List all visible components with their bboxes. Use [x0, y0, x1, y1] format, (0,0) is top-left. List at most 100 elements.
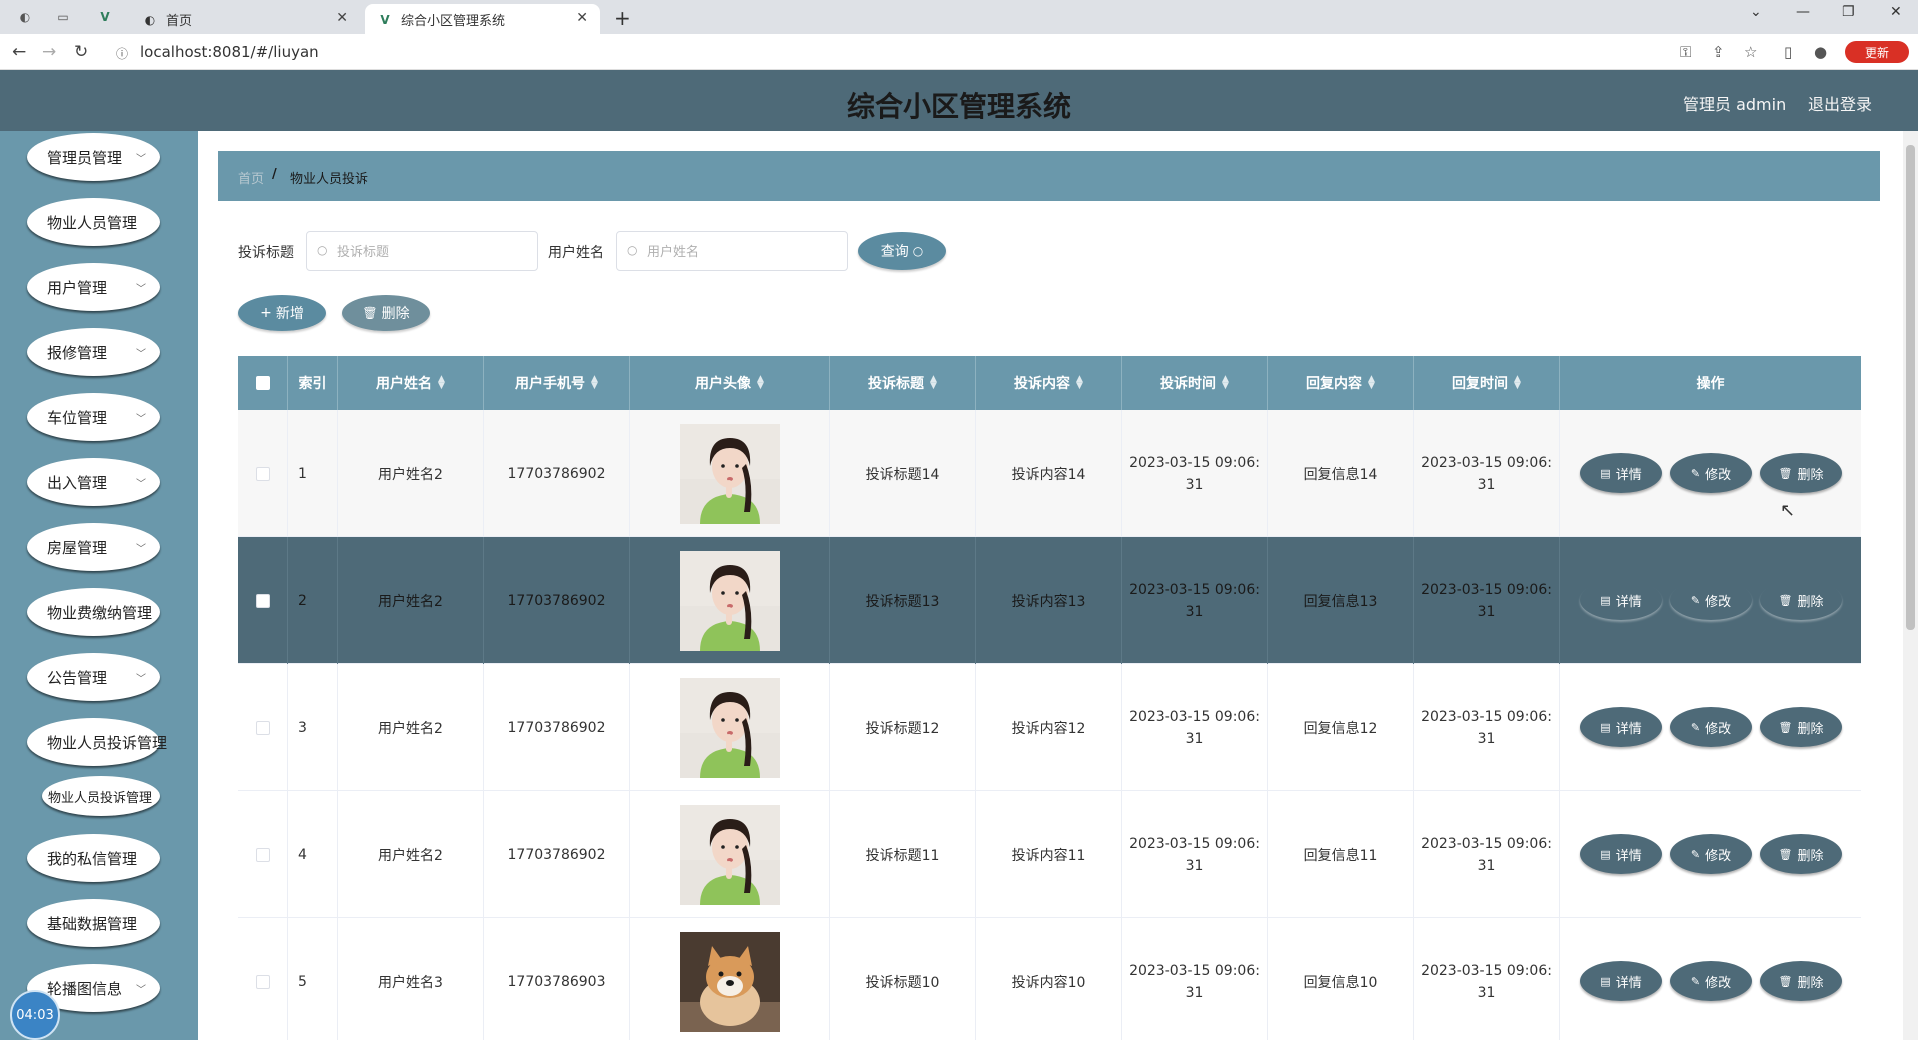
name-search-input[interactable]: [647, 232, 847, 270]
table-row[interactable]: 5 用户姓名3 17703786903 投诉标题10 投诉内容10 2023-03-15 …: [238, 918, 1861, 1040]
edit-button[interactable]: ✎ 修改: [1670, 961, 1752, 1001]
chevron-down-icon: ﹀: [136, 673, 146, 685]
detail-button[interactable]: ▤ 详情: [1580, 707, 1662, 747]
title-search-field[interactable]: ○: [306, 231, 538, 271]
column-header[interactable]: 投诉标题 ▲ ▼: [830, 356, 976, 410]
table-row[interactable]: 1 用户姓名2 17703786902 投诉标题14 投诉内容14 2023-03-15 …: [238, 410, 1861, 537]
chevron-down-icon[interactable]: ⌄: [1750, 4, 1762, 20]
row-checkbox[interactable]: [255, 593, 270, 608]
checkbox-cell: [238, 410, 288, 537]
info-icon[interactable]: ⓘ: [116, 45, 128, 62]
new-tab-icon[interactable]: +: [614, 6, 631, 30]
sidebar-item-users[interactable]: 用户管理 ﹀: [27, 263, 160, 311]
restore-icon[interactable]: ❐: [1842, 4, 1855, 20]
column-header[interactable]: 用户姓名 ▲ ▼: [338, 356, 484, 410]
sidebar-item-complaints[interactable]: 物业人员投诉管理: [27, 718, 167, 766]
sidebar-item-admin[interactable]: 管理员管理 ﹀: [27, 133, 160, 181]
column-header[interactable]: 用户手机号 ▲ ▼: [484, 356, 630, 410]
breadcrumb-home[interactable]: 首页: [238, 168, 264, 187]
batch-delete-button[interactable]: 🗑 删除: [342, 295, 430, 331]
sort-icon[interactable]: ▲ ▼: [591, 375, 598, 391]
select-all-checkbox[interactable]: [255, 376, 270, 390]
operations-cell: ▤ 详情 ✎ 修改 🗑 删除: [1560, 664, 1861, 791]
forward-icon[interactable]: →: [42, 42, 56, 62]
close-window-icon[interactable]: ✕: [1890, 4, 1902, 20]
sidebar-item-base-data[interactable]: 基础数据管理: [27, 899, 160, 947]
edit-button[interactable]: ✎ 修改: [1670, 453, 1752, 493]
edit-button[interactable]: ✎ 修改: [1670, 834, 1752, 874]
delete-button[interactable]: 🗑 删除: [1760, 707, 1842, 747]
sidebar-item-notices[interactable]: 公告管理 ﹀: [27, 653, 160, 701]
star-icon[interactable]: ☆: [1744, 43, 1757, 61]
user-name: 用户姓名2: [378, 720, 443, 737]
column-header[interactable]: 投诉时间 ▲ ▼: [1122, 356, 1268, 410]
column-header[interactable]: 回复内容 ▲ ▼: [1268, 356, 1414, 410]
table-row[interactable]: 4 用户姓名2 17703786902 投诉标题11 投诉内容11 2023-03-15 …: [238, 791, 1861, 918]
title-search-input[interactable]: [337, 232, 537, 270]
chevron-down-icon: ﹀: [136, 283, 146, 295]
sidebar-item-property-staff[interactable]: 物业人员管理: [27, 198, 160, 246]
logout-link[interactable]: 退出登录: [1808, 91, 1872, 115]
row-checkbox[interactable]: [255, 466, 270, 481]
column-header[interactable]: 回复时间 ▲ ▼: [1414, 356, 1560, 410]
add-button[interactable]: + 新增: [238, 295, 326, 331]
sidebar-item-label: 基础数据管理: [47, 914, 138, 933]
row-checkbox[interactable]: [255, 847, 270, 862]
edit-button-label: 修改: [1705, 721, 1732, 737]
sidebar-item-messages[interactable]: 我的私信管理: [27, 834, 160, 882]
share-icon[interactable]: ⇪: [1712, 43, 1725, 61]
detail-button[interactable]: ▤ 详情: [1580, 834, 1662, 874]
sort-icon[interactable]: ▲ ▼: [757, 375, 764, 391]
sidebar-item-parking[interactable]: 车位管理 ﹀: [27, 393, 160, 441]
pinned-tab-icon[interactable]: ▭: [54, 8, 72, 26]
select-all-cell: [238, 356, 288, 410]
sidebar-item-housing[interactable]: 房屋管理 ﹀: [27, 523, 160, 571]
detail-button[interactable]: ▤ 详情: [1580, 580, 1662, 620]
update-button[interactable]: 更新: [1845, 41, 1909, 63]
profile-icon[interactable]: ●: [1814, 43, 1827, 61]
close-icon[interactable]: ✕: [576, 10, 588, 26]
title-cell: 投诉标题11: [830, 791, 976, 918]
delete-button[interactable]: 🗑 删除: [1760, 961, 1842, 1001]
sort-icon[interactable]: ▲ ▼: [1076, 375, 1083, 391]
sidebar-item-fees[interactable]: 物业费缴纳管理: [27, 588, 160, 636]
column-header[interactable]: 投诉内容 ▲ ▼: [976, 356, 1122, 410]
sidebar-subitem-complaints[interactable]: 物业人员投诉管理: [42, 776, 160, 816]
row-checkbox[interactable]: [255, 720, 270, 735]
column-header-label: 操作: [1696, 376, 1725, 392]
vue-logo-icon[interactable]: V: [96, 8, 114, 26]
tab-active-label: 综合小区管理系统: [401, 13, 506, 29]
delete-button[interactable]: 🗑 删除: [1760, 453, 1842, 493]
minimize-icon[interactable]: —: [1796, 4, 1810, 20]
detail-button[interactable]: ▤ 详情: [1580, 961, 1662, 1001]
browser-app-icon[interactable]: ◐: [16, 8, 34, 26]
tab-home[interactable]: ◐ 首页 ✕: [130, 4, 360, 34]
query-button[interactable]: 查询 ○: [858, 232, 946, 270]
tab-active[interactable]: V 综合小区管理系统 ✕: [365, 4, 600, 34]
back-icon[interactable]: ←: [12, 42, 26, 62]
sort-icon[interactable]: ▲ ▼: [1514, 375, 1521, 391]
sidebar-item-access[interactable]: 出入管理 ﹀: [27, 458, 160, 506]
table-row[interactable]: 3 用户姓名2 17703786902 投诉标题12 投诉内容12 2023-03-15 …: [238, 664, 1861, 791]
table-row[interactable]: 2 用户姓名2 17703786902 投诉标题13 投诉内容13 2023-03-15 …: [238, 537, 1861, 664]
edit-button[interactable]: ✎ 修改: [1670, 707, 1752, 747]
sort-icon[interactable]: ▲ ▼: [1368, 375, 1375, 391]
name-search-field[interactable]: ○: [616, 231, 848, 271]
row-checkbox[interactable]: [255, 974, 270, 989]
sort-icon[interactable]: ▲ ▼: [438, 375, 445, 391]
sort-icon[interactable]: ▲ ▼: [1222, 375, 1229, 391]
sidepanel-icon[interactable]: ▯: [1784, 43, 1792, 61]
edit-button[interactable]: ✎ 修改: [1670, 580, 1752, 620]
url-text[interactable]: localhost:8081/#/liuyan: [140, 43, 319, 61]
reload-icon[interactable]: ↻: [74, 42, 88, 62]
column-header[interactable]: 用户头像 ▲ ▼: [630, 356, 830, 410]
scrollbar-thumb[interactable]: [1906, 145, 1915, 630]
sort-icon[interactable]: ▲ ▼: [930, 375, 937, 391]
detail-button-label: 详情: [1615, 721, 1642, 737]
delete-button[interactable]: 🗑 删除: [1760, 580, 1842, 620]
delete-button[interactable]: 🗑 删除: [1760, 834, 1842, 874]
detail-button[interactable]: ▤ 详情: [1580, 453, 1662, 493]
sidebar-item-repair[interactable]: 报修管理 ﹀: [27, 328, 160, 376]
key-icon[interactable]: ⚿: [1680, 43, 1691, 61]
close-icon[interactable]: ✕: [336, 10, 348, 26]
